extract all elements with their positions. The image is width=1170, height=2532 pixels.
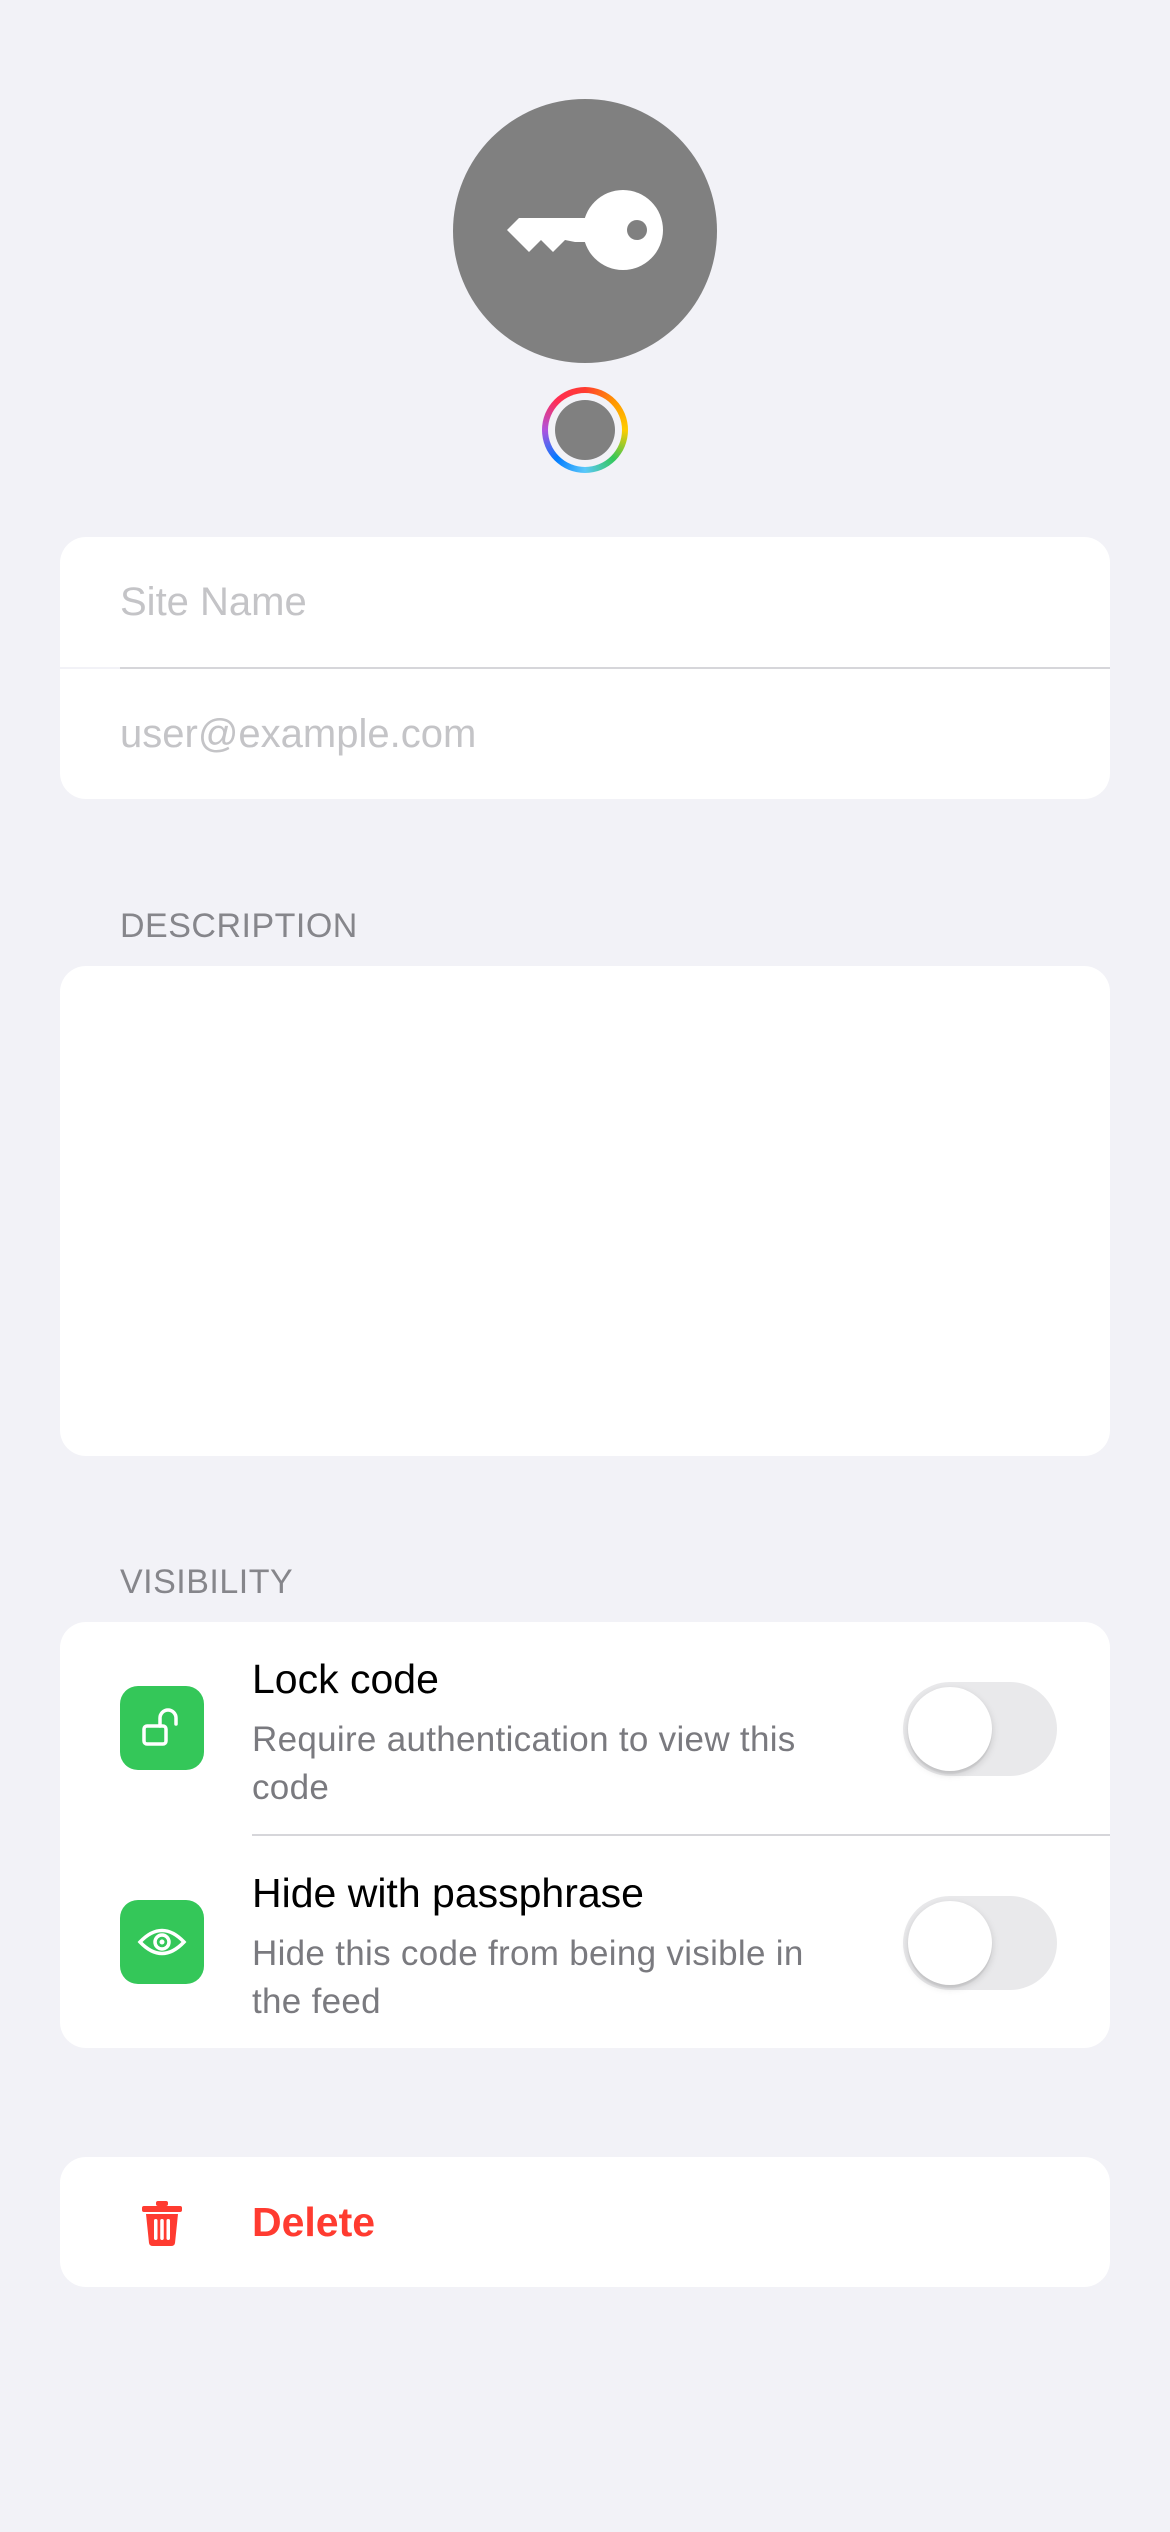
description-header: DESCRIPTION [120,907,358,945]
hide-passphrase-toggle[interactable] [903,1896,1057,1990]
trash-icon [140,2199,184,2250]
toggle-knob [908,1687,992,1771]
unlock-icon [120,1686,204,1770]
site-avatar[interactable] [453,99,717,363]
toggle-knob [908,1901,992,1985]
key-icon [505,189,665,273]
hide-passphrase-subtitle: Hide this code from being visible in the… [252,1934,804,2021]
eye-icon [120,1900,204,1984]
delete-label: Delete [252,2199,376,2245]
lock-code-row: Lock code Require authentication to view… [60,1622,1110,1834]
hide-passphrase-row: Hide with passphrase Hide this code from… [60,1836,1110,2048]
color-picker-button[interactable] [542,387,628,473]
lock-code-toggle[interactable] [903,1682,1057,1776]
selected-color-swatch [555,400,615,460]
hide-passphrase-title: Hide with passphrase [252,1870,644,1916]
account-field[interactable] [60,669,1110,799]
site-name-field[interactable] [60,537,1110,667]
color-wheel-icon [548,393,622,467]
delete-button[interactable]: Delete [60,2157,1110,2287]
visibility-header: VISIBILITY [120,1563,294,1601]
description-textarea[interactable] [60,966,1110,1456]
lock-code-title: Lock code [252,1656,439,1702]
lock-code-subtitle: Require authentication to view this code [252,1720,796,1807]
